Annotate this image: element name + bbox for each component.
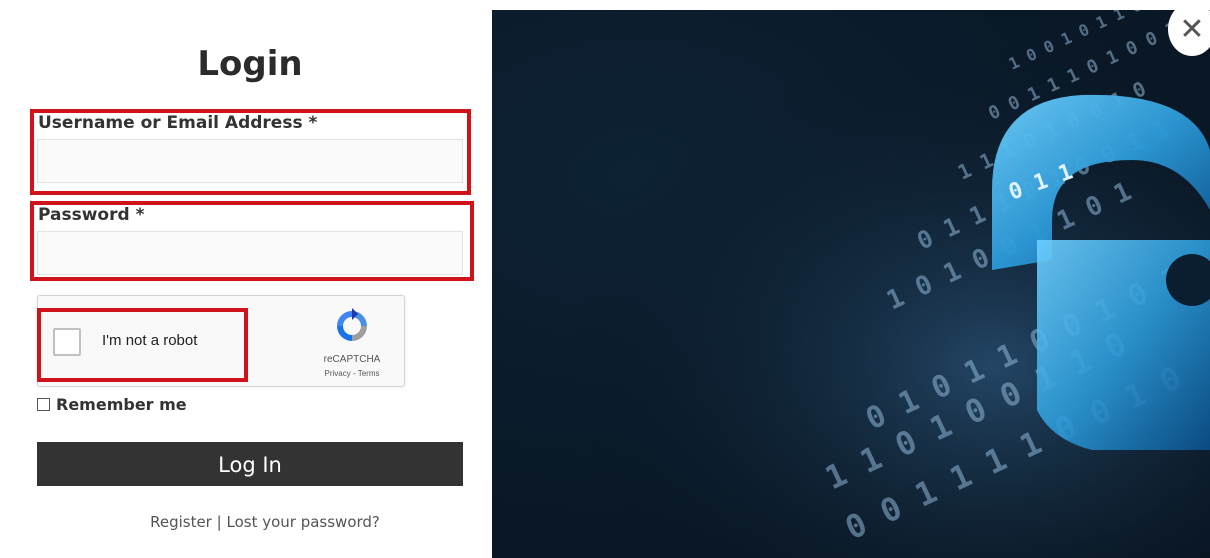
- login-button[interactable]: Log In: [37, 442, 463, 486]
- close-button[interactable]: ✕: [1168, 2, 1210, 56]
- close-icon: ✕: [1179, 11, 1205, 47]
- username-label: Username or Email Address *: [38, 113, 318, 133]
- remember-me-label: Remember me: [56, 395, 187, 414]
- binary-lock-illustration: 0 1 0 1 1 0 0 1 0 1 1 1 0 1 0 0 1 1 0 0 …: [492, 10, 1210, 558]
- password-label: Password *: [38, 205, 145, 225]
- lost-password-link[interactable]: Lost your password?: [226, 513, 379, 531]
- recaptcha-terms-links: Privacy - Terms: [300, 369, 404, 378]
- recaptcha-brand: reCAPTCHA: [323, 354, 381, 365]
- recaptcha-logo-icon: [337, 308, 367, 341]
- remember-me-checkbox[interactable]: [37, 398, 50, 411]
- footer-links: Register | Lost your password?: [0, 513, 530, 531]
- remember-me: Remember me: [37, 395, 187, 414]
- login-form-panel: Login Username or Email Address * Passwo…: [0, 0, 492, 558]
- footer-separator: |: [216, 513, 222, 531]
- username-input[interactable]: [37, 139, 463, 183]
- password-input[interactable]: [37, 231, 463, 275]
- recaptcha-terms-link[interactable]: Terms: [358, 369, 380, 378]
- register-link[interactable]: Register: [150, 513, 212, 531]
- page-title: Login: [197, 44, 303, 84]
- recaptcha-highlight: [37, 308, 248, 382]
- security-image: 0 1 0 1 1 0 0 1 0 1 1 1 0 1 0 0 1 1 0 0 …: [492, 10, 1210, 558]
- recaptcha-privacy-link[interactable]: Privacy: [325, 369, 351, 378]
- recaptcha-terms-dash: -: [352, 369, 356, 378]
